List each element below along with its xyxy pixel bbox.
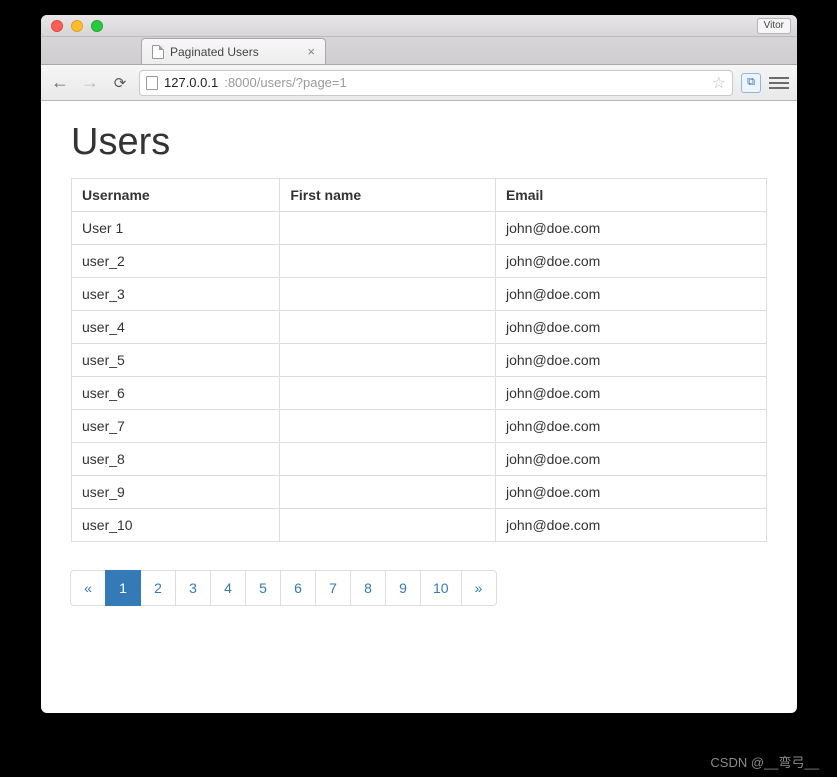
cell-email: john@doe.com <box>495 443 766 476</box>
col-first-name: First name <box>280 179 496 212</box>
cell-email: john@doe.com <box>495 245 766 278</box>
pagination-page-9[interactable]: 9 <box>385 570 421 606</box>
cell-first-name <box>280 278 496 311</box>
pagination: «12345678910» <box>71 570 767 606</box>
browser-toolbar: ← → ⟳ 127.0.0.1 :8000/users/?page=1 ☆ ⧉ <box>41 65 797 101</box>
table-row: User 1 john@doe.com <box>72 212 767 245</box>
window-titlebar: Vitor <box>41 15 797 37</box>
cell-username: User 1 <box>72 212 280 245</box>
url-host: 127.0.0.1 <box>164 75 218 90</box>
forward-button[interactable]: → <box>79 72 101 93</box>
traffic-lights <box>41 20 103 32</box>
window-close-button[interactable] <box>51 20 63 32</box>
pagination-page-4[interactable]: 4 <box>210 570 246 606</box>
cell-username: user_4 <box>72 311 280 344</box>
cell-first-name <box>280 377 496 410</box>
cell-email: john@doe.com <box>495 311 766 344</box>
tab-title: Paginated Users <box>170 45 259 59</box>
extension-icon[interactable]: ⧉ <box>741 73 761 93</box>
cell-email: john@doe.com <box>495 509 766 542</box>
cell-first-name <box>280 476 496 509</box>
table-row: user_9 john@doe.com <box>72 476 767 509</box>
cell-first-name <box>280 443 496 476</box>
cell-username: user_3 <box>72 278 280 311</box>
address-bar[interactable]: 127.0.0.1 :8000/users/?page=1 ☆ <box>139 70 733 96</box>
users-table: Username First name Email User 1 john@doe… <box>71 178 767 542</box>
cell-first-name <box>280 344 496 377</box>
pagination-page-10[interactable]: 10 <box>420 570 462 606</box>
table-row: user_3 john@doe.com <box>72 278 767 311</box>
cell-username: user_9 <box>72 476 280 509</box>
pagination-page-6[interactable]: 6 <box>280 570 316 606</box>
col-email: Email <box>495 179 766 212</box>
watermark: CSDN @__弯弓__ <box>710 752 819 771</box>
table-row: user_7 john@doe.com <box>72 410 767 443</box>
cell-email: john@doe.com <box>495 377 766 410</box>
page-content: Users Username First name Email User 1 jo… <box>41 101 797 626</box>
url-path: :8000/users/?page=1 <box>224 75 347 90</box>
cell-username: user_5 <box>72 344 280 377</box>
pagination-prev[interactable]: « <box>70 570 106 606</box>
cell-email: john@doe.com <box>495 410 766 443</box>
profile-badge[interactable]: Vitor <box>757 18 791 34</box>
back-button[interactable]: ← <box>49 72 71 93</box>
cell-email: john@doe.com <box>495 278 766 311</box>
cell-first-name <box>280 410 496 443</box>
pagination-page-2[interactable]: 2 <box>140 570 176 606</box>
col-username: Username <box>72 179 280 212</box>
file-icon <box>152 45 164 59</box>
window-maximize-button[interactable] <box>91 20 103 32</box>
pagination-page-5[interactable]: 5 <box>245 570 281 606</box>
pagination-page-8[interactable]: 8 <box>350 570 386 606</box>
bookmark-star-icon[interactable]: ☆ <box>712 73 726 93</box>
cell-username: user_2 <box>72 245 280 278</box>
table-row: user_10 john@doe.com <box>72 509 767 542</box>
table-header-row: Username First name Email <box>72 179 767 212</box>
cell-first-name <box>280 509 496 542</box>
cell-email: john@doe.com <box>495 344 766 377</box>
cell-email: john@doe.com <box>495 476 766 509</box>
pagination-next[interactable]: » <box>461 570 497 606</box>
table-row: user_2 john@doe.com <box>72 245 767 278</box>
table-row: user_5 john@doe.com <box>72 344 767 377</box>
cell-username: user_6 <box>72 377 280 410</box>
browser-window: Vitor Paginated Users × ← → ⟳ 127.0.0.1:… <box>41 15 797 713</box>
cell-first-name <box>280 212 496 245</box>
cell-email: john@doe.com <box>495 212 766 245</box>
table-row: user_6 john@doe.com <box>72 377 767 410</box>
window-minimize-button[interactable] <box>71 20 83 32</box>
page-title: Users <box>71 121 767 164</box>
table-row: user_4 john@doe.com <box>72 311 767 344</box>
browser-tab[interactable]: Paginated Users × <box>141 38 326 64</box>
pagination-page-7[interactable]: 7 <box>315 570 351 606</box>
menu-button[interactable] <box>769 73 789 93</box>
cell-username: user_7 <box>72 410 280 443</box>
pagination-page-3[interactable]: 3 <box>175 570 211 606</box>
close-icon[interactable]: × <box>307 45 315 58</box>
cell-first-name <box>280 245 496 278</box>
cell-username: user_8 <box>72 443 280 476</box>
table-row: user_8 john@doe.com <box>72 443 767 476</box>
cell-username: user_10 <box>72 509 280 542</box>
reload-button[interactable]: ⟳ <box>109 74 131 92</box>
tab-strip: Paginated Users × <box>41 37 797 65</box>
cell-first-name <box>280 311 496 344</box>
file-icon <box>146 76 158 90</box>
pagination-page-1[interactable]: 1 <box>105 570 141 606</box>
